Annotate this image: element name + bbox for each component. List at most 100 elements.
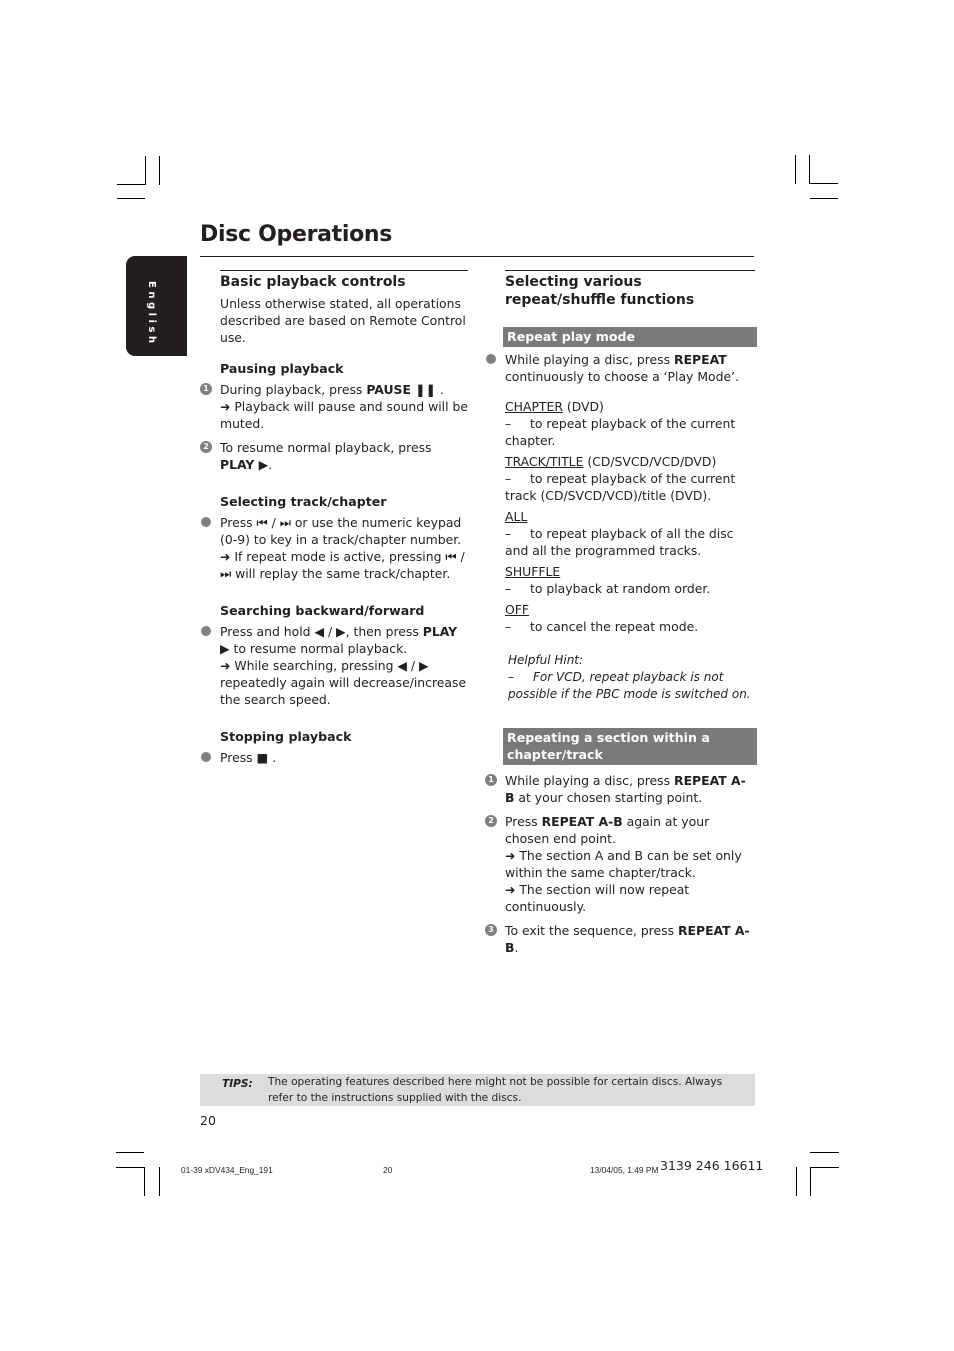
page-title: Disc Operations (200, 222, 393, 247)
mode-name: OFF (505, 602, 530, 617)
mode-desc: to repeat playback of the current chapte… (505, 416, 736, 448)
bullet-item: Press ■ . (201, 749, 468, 766)
band-repeat-ab: Repeating a section within a chapter/tra… (503, 728, 757, 765)
section-title-repeat-shuffle: Selecting various repeat/shuffle functio… (505, 274, 695, 308)
subtitle-pausing: Pausing playback (220, 361, 344, 376)
mode-desc: to playback at random order. (530, 581, 711, 596)
mode-item: ALL – to repeat playback of all the disc … (505, 508, 755, 559)
step-text: Press (505, 814, 542, 829)
step-text: To resume normal playback, press (220, 440, 432, 455)
key-label: PLAY ▶ (220, 457, 269, 472)
tips-box: TIPS: The operating features described h… (200, 1074, 755, 1106)
mode-name: SHUFFLE (505, 564, 561, 579)
step-item: 3 To exit the sequence, press REPEAT A-B… (485, 922, 755, 956)
crop-mark (810, 1152, 839, 1153)
key-label: PAUSE ❚❚ (366, 382, 436, 397)
bullet-icon (201, 626, 211, 636)
key-label: PLAY (422, 624, 458, 639)
tips-text: The operating features described here mi… (268, 1076, 723, 1104)
subtitle-selecting: Selecting track/chapter (220, 494, 387, 509)
mode-desc: to cancel the repeat mode. (530, 619, 699, 634)
bullet-text: Press and hold ◀ / ▶, then press (220, 624, 423, 639)
crop-mark (116, 1152, 144, 1153)
step-item: 1 During playback, press PAUSE ❚❚ . ➜ Pl… (200, 381, 468, 432)
mode-name: TRACK/TITLE (505, 454, 584, 469)
step-text: . (268, 457, 273, 472)
step-text: . (436, 382, 444, 397)
bullet-text: ▶ to resume normal playback. (220, 641, 408, 656)
crop-mark (144, 1167, 145, 1196)
title-rule (200, 256, 754, 257)
bullet-text: While playing a disc, press (505, 352, 675, 367)
step-number-icon: 1 (200, 383, 212, 395)
crop-mark (810, 1167, 811, 1196)
step-text: . (514, 940, 519, 955)
step-text: at your chosen starting point. (514, 790, 703, 805)
crop-mark (796, 1167, 797, 1196)
dash: – (505, 416, 512, 431)
crop-mark (810, 198, 838, 199)
crop-mark (117, 198, 145, 199)
step-note: ➜ The section A and B can be set only wi… (505, 848, 742, 880)
step-item: 2 Press REPEAT A-B again at your chosen … (485, 813, 755, 915)
mode-desc: to repeat playback of all the disc and a… (505, 526, 734, 558)
subtitle-searching: Searching backward/forward (220, 603, 425, 618)
intro-text: Unless otherwise stated, all operations … (220, 296, 466, 345)
dash: – (508, 670, 514, 684)
crop-mark (795, 155, 796, 184)
crop-mark (145, 156, 146, 185)
crop-mark (809, 183, 838, 184)
dash: – (505, 526, 512, 541)
mode-desc: to repeat playback of the current track … (505, 471, 736, 503)
step-number-icon: 2 (485, 815, 497, 827)
crop-mark (116, 1167, 144, 1168)
subtitle-stopping: Stopping playback (220, 729, 352, 744)
bullet-icon (201, 517, 211, 527)
left-column: Basic playback controls Unless otherwise… (200, 270, 468, 773)
language-tab: English (126, 256, 187, 356)
section-rule (505, 270, 755, 271)
hint-text: For VCD, repeat playback is not possible… (508, 670, 751, 701)
footer-code: 3139 246 16611 (660, 1158, 764, 1173)
bullet-note: ➜ If repeat mode is active, pressing ⏮ /… (220, 549, 465, 581)
bullet-note: ➜ While searching, pressing ◀ / ▶ repeat… (220, 658, 467, 707)
step-number-icon: 3 (485, 924, 497, 936)
key-label: REPEAT (674, 352, 727, 367)
footer-date: 13/04/05, 1:49 PM (590, 1165, 659, 1175)
step-text: To exit the sequence, press (505, 923, 678, 938)
right-column: Selecting various repeat/shuffle functio… (485, 270, 757, 963)
bullet-item: While playing a disc, press REPEAT conti… (486, 351, 755, 385)
footer-file: 01-39 xDV434_Eng_191 (181, 1165, 273, 1175)
crop-mark (810, 1167, 839, 1168)
mode-item: TRACK/TITLE (CD/SVCD/VCD/DVD) – to repeat… (505, 453, 755, 504)
crop-mark (159, 156, 160, 185)
mode-name: CHAPTER (505, 399, 563, 414)
bullet-icon (486, 354, 496, 364)
helpful-hint: Helpful Hint: – For VCD, repeat playback … (508, 652, 755, 703)
crop-mark (159, 1167, 160, 1196)
mode-suffix: (CD/SVCD/VCD/DVD) (583, 454, 717, 469)
page-number: 20 (200, 1113, 216, 1128)
crop-mark (809, 155, 810, 184)
step-text: During playback, press (220, 382, 367, 397)
dash: – (505, 471, 512, 486)
step-item: 2 To resume normal playback, press PLAY … (200, 439, 468, 473)
step-note: ➜ The section will now repeat continuous… (505, 882, 690, 914)
step-note: ➜ Playback will pause and sound will be … (220, 399, 468, 431)
footer-page: 20 (383, 1165, 393, 1175)
hint-title: Helpful Hint: (508, 653, 584, 667)
mode-item: SHUFFLE – to playback at random order. (505, 563, 755, 597)
section-title-basic-playback: Basic playback controls (220, 274, 406, 290)
bullet-item: Press and hold ◀ / ▶, then press PLAY ▶ … (201, 623, 468, 708)
step-number-icon: 2 (200, 441, 212, 453)
bullet-text: continuously to choose a ‘Play Mode’. (505, 369, 739, 384)
bullet-text: Press ■ . (220, 750, 277, 765)
step-item: 1 While playing a disc, press REPEAT A-B… (485, 772, 755, 806)
dash: – (505, 581, 512, 596)
mode-name: ALL (505, 509, 528, 524)
tips-label: TIPS: (222, 1078, 253, 1090)
step-number-icon: 1 (485, 774, 497, 786)
mode-item: CHAPTER (DVD) – to repeat playback of the… (505, 398, 755, 449)
dash: – (505, 619, 512, 634)
mode-item: OFF – to cancel the repeat mode. (505, 601, 755, 635)
